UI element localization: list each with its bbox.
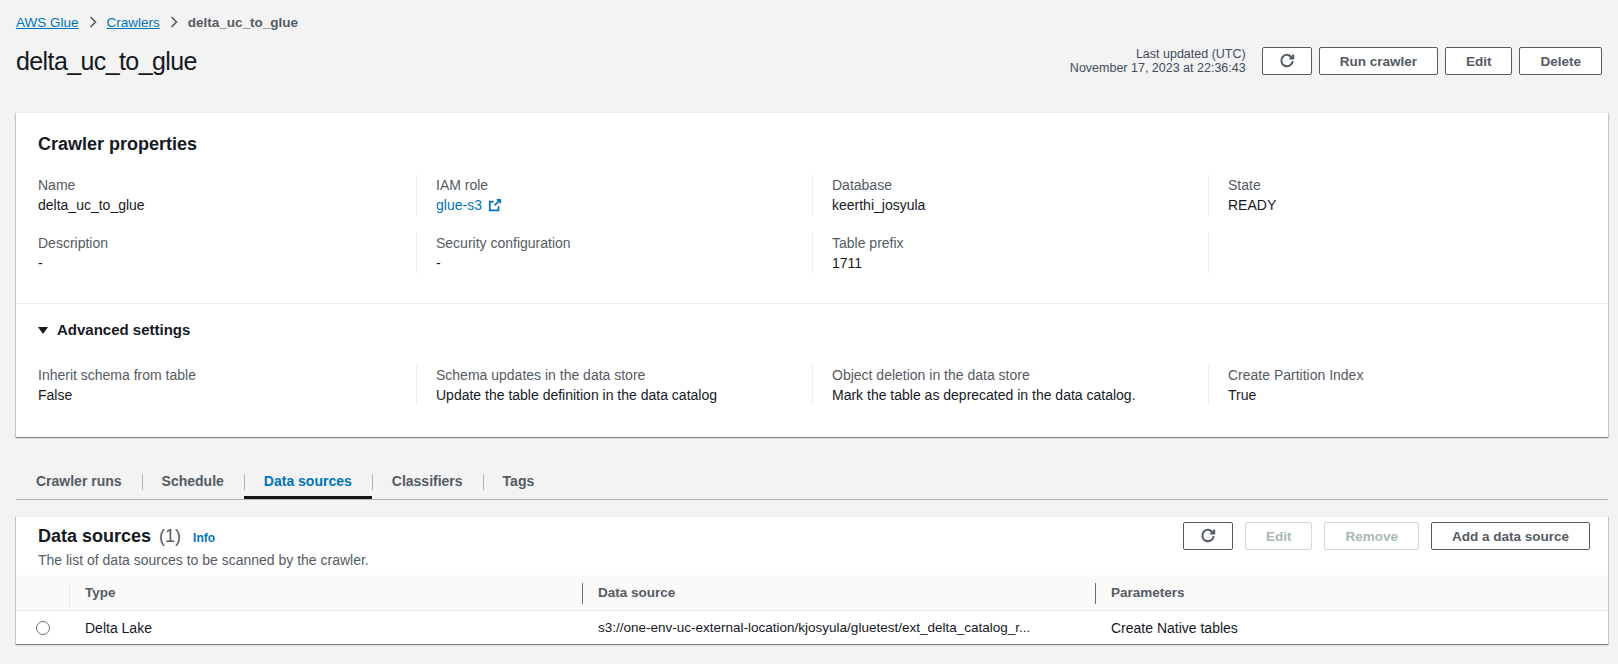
field-name-value: delta_uc_to_glue <box>38 195 416 215</box>
page: AWS Glue Crawlers delta_uc_to_glue delta… <box>0 0 1618 644</box>
data-sources-card: Data sources (1) Info The list of data s… <box>16 516 1608 644</box>
crawler-properties-card: Crawler properties Name delta_uc_to_glue… <box>16 112 1608 437</box>
field-state-label: State <box>1228 175 1586 195</box>
tab-classifiers[interactable]: Classifiers <box>372 465 483 499</box>
field-object-deletion-label: Object deletion in the data store <box>832 365 1208 385</box>
field-table-prefix-label: Table prefix <box>832 233 1208 253</box>
data-sources-refresh-button[interactable] <box>1183 522 1233 550</box>
data-sources-remove-button[interactable]: Remove <box>1324 522 1419 550</box>
field-name-label: Name <box>38 175 416 195</box>
refresh-icon <box>1200 528 1216 544</box>
last-updated-label: Last updated (UTC) <box>1070 47 1246 61</box>
field-inherit-schema: Inherit schema from table False <box>38 365 416 405</box>
field-iam-role-label: IAM role <box>436 175 812 195</box>
breadcrumb-chevron-icon <box>89 16 97 28</box>
field-partition-index-value: True <box>1228 385 1586 405</box>
column-label-data-source: Data source <box>598 585 675 600</box>
field-inherit-schema-value: False <box>38 385 416 405</box>
properties-row-3: Inherit schema from table False Schema u… <box>38 365 1586 405</box>
field-partition-index: Create Partition Index True <box>1208 365 1586 405</box>
field-object-deletion: Object deletion in the data store Mark t… <box>812 365 1208 405</box>
last-updated: Last updated (UTC) November 17, 2023 at … <box>1070 47 1246 75</box>
column-label-type: Type <box>85 585 116 600</box>
table-header-type: Type <box>69 575 582 610</box>
tab-crawler-runs[interactable]: Crawler runs <box>16 465 142 499</box>
external-link-icon <box>488 198 502 212</box>
refresh-button[interactable] <box>1262 47 1312 75</box>
field-table-prefix-value: 1711 <box>832 253 1208 273</box>
table-header-data-source: Data source <box>582 575 1095 610</box>
field-security-configuration-value: - <box>436 253 812 273</box>
field-database-value: keerthi_josyula <box>832 195 1208 215</box>
tab-tags[interactable]: Tags <box>483 465 555 499</box>
crawler-properties-title: Crawler properties <box>38 133 1586 155</box>
field-description-label: Description <box>38 233 416 253</box>
field-empty <box>1208 233 1586 273</box>
data-sources-description: The list of data sources to be scanned b… <box>38 551 1586 569</box>
delete-button[interactable]: Delete <box>1519 47 1602 75</box>
field-partition-index-label: Create Partition Index <box>1228 365 1586 385</box>
row-type-cell: Delta Lake <box>69 620 582 636</box>
data-sources-edit-button[interactable]: Edit <box>1245 522 1313 550</box>
properties-row-1: Name delta_uc_to_glue IAM role glue-s3 D… <box>38 175 1586 215</box>
field-description-value: - <box>38 253 416 273</box>
header-actions: Last updated (UTC) November 17, 2023 at … <box>1070 47 1602 75</box>
field-inherit-schema-label: Inherit schema from table <box>38 365 416 385</box>
tab-schedule[interactable]: Schedule <box>142 465 244 499</box>
page-title: delta_uc_to_glue <box>16 47 197 76</box>
table-header-parameters: Parameters <box>1095 575 1608 610</box>
advanced-settings-toggle[interactable]: Advanced settings <box>38 320 1586 340</box>
field-table-prefix: Table prefix 1711 <box>812 233 1208 273</box>
info-link[interactable]: Info <box>193 531 215 545</box>
table-header: Type Data source Parameters <box>16 575 1608 611</box>
edit-button[interactable]: Edit <box>1445 47 1513 75</box>
field-schema-updates-value: Update the table definition in the data … <box>436 385 812 405</box>
field-schema-updates: Schema updates in the data store Update … <box>416 365 812 405</box>
field-database: Database keerthi_josyula <box>812 175 1208 215</box>
field-security-configuration-label: Security configuration <box>436 233 812 253</box>
field-description: Description - <box>38 233 416 273</box>
field-schema-updates-label: Schema updates in the data store <box>436 365 812 385</box>
data-sources-count: (1) <box>159 525 181 547</box>
row-selection-cell <box>16 611 69 644</box>
caret-down-icon <box>38 327 48 334</box>
field-name: Name delta_uc_to_glue <box>38 175 416 215</box>
row-parameters-cell: Create Native tables <box>1095 620 1608 636</box>
data-sources-title: Data sources <box>38 525 151 547</box>
run-crawler-button[interactable]: Run crawler <box>1319 47 1438 75</box>
table-row[interactable]: Delta Lake s3://one-env-uc-external-loca… <box>16 611 1608 644</box>
iam-role-link[interactable]: glue-s3 <box>436 195 482 215</box>
table-header-selection <box>16 575 69 610</box>
add-data-source-button[interactable]: Add a data source <box>1431 522 1590 550</box>
advanced-settings-title: Advanced settings <box>57 320 190 340</box>
refresh-icon <box>1279 53 1295 69</box>
breadcrumb: AWS Glue Crawlers delta_uc_to_glue <box>16 13 1608 31</box>
tab-data-sources[interactable]: Data sources <box>244 465 372 499</box>
row-radio[interactable] <box>36 621 50 635</box>
properties-row-2: Description - Security configuration - T… <box>38 233 1586 273</box>
row-data-source-cell: s3://one-env-uc-external-location/kjosyu… <box>582 620 1095 635</box>
column-label-parameters: Parameters <box>1111 585 1185 600</box>
breadcrumb-current: delta_uc_to_glue <box>188 15 298 30</box>
field-iam-role: IAM role glue-s3 <box>416 175 812 215</box>
advanced-settings-divider <box>16 303 1608 304</box>
last-updated-value: November 17, 2023 at 22:36:43 <box>1070 61 1246 75</box>
field-security-configuration: Security configuration - <box>416 233 812 273</box>
page-header: delta_uc_to_glue Last updated (UTC) Nove… <box>16 46 1608 76</box>
breadcrumb-aws-glue[interactable]: AWS Glue <box>16 15 79 30</box>
breadcrumb-chevron-icon <box>170 16 178 28</box>
field-state-value: READY <box>1228 195 1586 215</box>
field-state: State READY <box>1208 175 1586 215</box>
field-database-label: Database <box>832 175 1208 195</box>
breadcrumb-crawlers[interactable]: Crawlers <box>107 15 160 30</box>
tabs: Crawler runs Schedule Data sources Class… <box>16 465 1608 500</box>
data-sources-actions: Edit Remove Add a data source <box>1183 522 1590 550</box>
field-object-deletion-value: Mark the table as deprecated in the data… <box>832 385 1208 405</box>
